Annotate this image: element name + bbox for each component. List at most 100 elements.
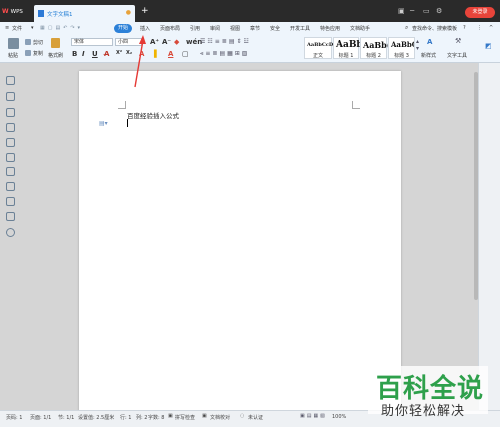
unverified-icon[interactable]: ◌ bbox=[240, 413, 244, 419]
shrink-font-icon[interactable]: A⁻ bbox=[162, 38, 171, 46]
new-style-button[interactable]: 新样式 bbox=[421, 52, 436, 59]
command-search[interactable]: 查找命令、搜索模板 bbox=[412, 25, 457, 32]
sidebar-star-icon[interactable] bbox=[6, 153, 15, 162]
superscript-icon[interactable]: X² bbox=[116, 50, 122, 56]
doc-proof-button[interactable]: 文档校对 bbox=[210, 414, 230, 421]
maximize-icon[interactable]: ▭ bbox=[423, 7, 430, 15]
menu-tab-review[interactable]: 审阅 bbox=[210, 25, 220, 32]
settings-icon[interactable]: ⚙ bbox=[436, 7, 442, 15]
style-sample: AaBbC( bbox=[391, 40, 414, 49]
highlight-color-icon[interactable]: ▌ bbox=[154, 50, 159, 58]
char-border-icon[interactable]: ▢ bbox=[182, 50, 189, 58]
spell-check-icon[interactable]: ▣ bbox=[168, 413, 173, 419]
menu-tab-chapter[interactable]: 章节 bbox=[250, 25, 260, 32]
chevron-down-icon[interactable]: ▾ bbox=[31, 25, 34, 31]
style-name: 标题 1 bbox=[338, 53, 354, 59]
paragraph-tools-row-2[interactable]: ⫷≡≣▤▦⊞▧ bbox=[200, 50, 249, 58]
style-heading-2[interactable]: AaBb( 标题 2 bbox=[360, 37, 391, 59]
style-name: 标题 2 bbox=[366, 53, 381, 59]
spell-check-button[interactable]: 拼写检查 bbox=[175, 414, 195, 421]
highlight-icon[interactable]: A bbox=[139, 50, 144, 58]
unverified-label[interactable]: 未认证 bbox=[248, 414, 263, 421]
sidebar-backup-icon[interactable] bbox=[6, 138, 15, 147]
sidebar-table-icon[interactable] bbox=[6, 182, 15, 191]
grow-font-icon[interactable]: A⁺ bbox=[150, 38, 159, 46]
status-word-count[interactable]: 字数: 8 bbox=[148, 414, 164, 421]
margin-corner-top-left bbox=[118, 101, 126, 109]
style-normal[interactable]: AaBbCcDd 正文 bbox=[304, 37, 337, 59]
document-text[interactable]: 百度经验插入公式 bbox=[127, 110, 179, 120]
format-painter-button[interactable]: 格式刷 bbox=[48, 52, 63, 59]
paste-button[interactable]: 粘贴 bbox=[8, 52, 18, 59]
format-painter-icon[interactable] bbox=[51, 38, 60, 48]
subscript-icon[interactable]: X₂ bbox=[126, 50, 132, 56]
wps-tab-label: WPS bbox=[10, 8, 23, 15]
sidebar-list-icon[interactable] bbox=[6, 167, 15, 176]
sidebar-shape-icon[interactable] bbox=[6, 108, 15, 117]
font-color-icon[interactable]: A bbox=[168, 50, 173, 58]
menu-tab-view[interactable]: 视图 bbox=[230, 25, 240, 32]
style-heading-3[interactable]: AaBbC( 标题 3 bbox=[388, 37, 415, 59]
menu-tab-references[interactable]: 引用 bbox=[190, 25, 200, 32]
paste-icon[interactable] bbox=[8, 38, 19, 49]
menu-tab-features[interactable]: 特色应用 bbox=[320, 25, 340, 32]
sidebar-image-icon[interactable] bbox=[6, 197, 15, 206]
menu-file[interactable]: 文件 bbox=[12, 25, 22, 32]
search-icon[interactable]: ⌕ bbox=[405, 24, 408, 32]
cut-button[interactable]: 剪切 bbox=[33, 39, 43, 46]
menu-tab-dev-tools[interactable]: 开发工具 bbox=[290, 25, 310, 32]
sidebar-help-icon[interactable] bbox=[6, 228, 15, 237]
sidebar-style-icon[interactable] bbox=[6, 76, 15, 85]
paragraph-marker-icon[interactable]: ▤▾ bbox=[99, 120, 108, 127]
doc-proof-icon[interactable]: ▣ bbox=[202, 413, 207, 419]
status-row[interactable]: 行: 1 bbox=[120, 414, 131, 421]
clear-format-icon[interactable]: ◆ bbox=[174, 38, 179, 46]
sidebar-export-icon[interactable] bbox=[6, 212, 15, 221]
font-size-select[interactable]: 小四 bbox=[115, 38, 142, 46]
help-icon[interactable]: ? bbox=[463, 25, 466, 31]
paragraph-tools-row-1[interactable]: ☰☷≡≣▤⇕☳ bbox=[200, 38, 251, 45]
menu-tab-doc-assistant[interactable]: 文档助手 bbox=[350, 25, 370, 32]
zoom-level[interactable]: 100% bbox=[332, 414, 346, 420]
collapse-icon[interactable]: ^ bbox=[489, 25, 493, 31]
status-column[interactable]: 列: 2 bbox=[136, 414, 147, 421]
strikethrough-icon[interactable]: A̶ bbox=[104, 50, 109, 58]
skin-icon[interactable]: ▣ bbox=[398, 7, 405, 15]
right-sidebar bbox=[478, 63, 500, 410]
menu-tab-page-layout[interactable]: 页面布局 bbox=[160, 25, 180, 32]
status-page-number[interactable]: 页码: 1 bbox=[6, 414, 22, 421]
minimize-icon[interactable]: ─ bbox=[410, 7, 414, 15]
menu-tab-start[interactable]: 开始 bbox=[114, 24, 132, 33]
new-tab-button[interactable]: + bbox=[141, 6, 149, 16]
italic-button[interactable]: I bbox=[82, 50, 85, 58]
sidebar-properties-icon[interactable] bbox=[6, 123, 15, 132]
font-name-select[interactable]: 宋体 bbox=[71, 38, 113, 46]
bold-button[interactable]: B bbox=[72, 50, 77, 58]
underline-button[interactable]: U bbox=[92, 50, 98, 58]
copy-icon[interactable] bbox=[25, 50, 31, 56]
text-tools-button[interactable]: 文字工具 bbox=[447, 52, 467, 59]
copy-button[interactable]: 复制 bbox=[33, 50, 43, 57]
text-tools-icon[interactable]: ⚒ bbox=[455, 37, 461, 45]
hamburger-icon[interactable]: ≡ bbox=[5, 25, 9, 31]
close-tab-icon[interactable]: ● bbox=[126, 9, 131, 16]
menu-tab-insert[interactable]: 插入 bbox=[140, 25, 150, 32]
quick-access-icons[interactable]: ▦▢▤↶↷▾ bbox=[40, 25, 83, 31]
wps-home-tab[interactable]: W WPS bbox=[2, 5, 32, 18]
styles-scroll-icon[interactable]: ▴ ▾ bbox=[416, 38, 419, 52]
status-section[interactable]: 节: 1/1 bbox=[58, 414, 74, 421]
new-style-icon[interactable]: A bbox=[427, 38, 432, 46]
more-icon[interactable]: ⋮ bbox=[477, 25, 482, 31]
status-setting-value[interactable]: 设置值: 2.5厘米 bbox=[78, 414, 114, 421]
sidebar-select-icon[interactable] bbox=[6, 92, 15, 101]
scissors-icon[interactable] bbox=[25, 39, 31, 45]
view-mode-icons[interactable]: ▣▤▦▧ bbox=[300, 413, 327, 419]
style-name: 正文 bbox=[312, 53, 323, 59]
style-heading-1[interactable]: AaBb 标题 1 bbox=[333, 37, 363, 59]
find-replace-icon[interactable]: ◩ bbox=[485, 42, 492, 50]
menu-tab-security[interactable]: 安全 bbox=[270, 25, 280, 32]
status-pages[interactable]: 页面: 1/1 bbox=[30, 414, 51, 421]
login-button[interactable]: 未登录 bbox=[465, 7, 495, 18]
style-name: 标题 3 bbox=[394, 53, 409, 59]
document-tab[interactable]: 文字文稿1 ● bbox=[34, 5, 135, 22]
